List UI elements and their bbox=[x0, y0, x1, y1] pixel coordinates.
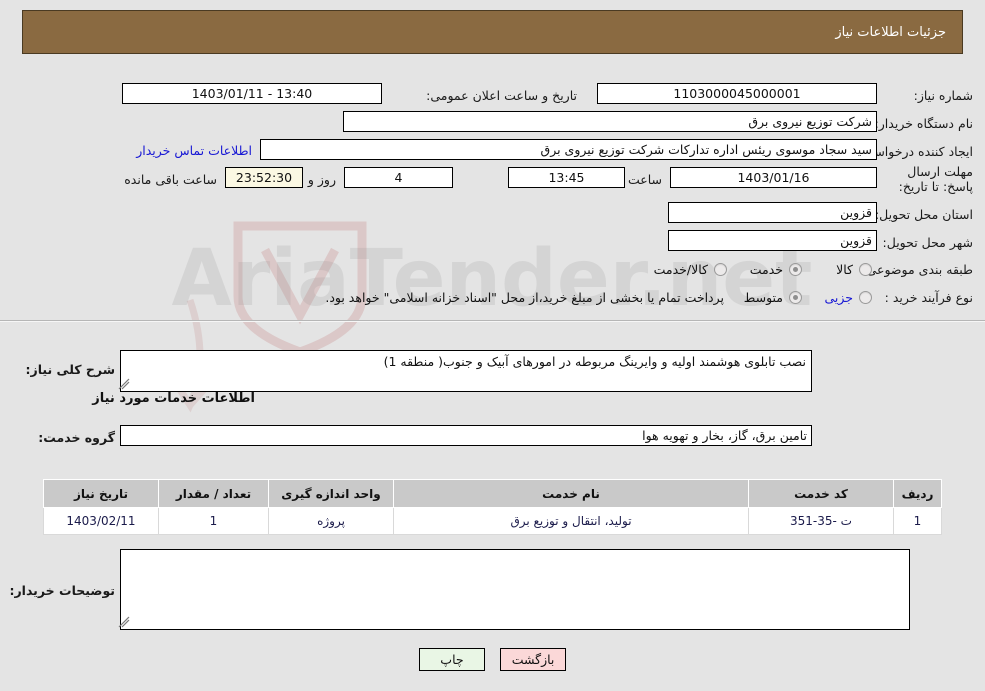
buyer-contact-link[interactable]: اطلاعات تماس خریدار bbox=[136, 143, 252, 158]
need-number-field[interactable]: 1103000045000001 bbox=[597, 83, 877, 104]
footer-button-row: بازگشت چاپ bbox=[0, 648, 985, 671]
cell-row-number: 1 bbox=[893, 507, 942, 535]
buyer-org-label: نام دستگاه خریدار: bbox=[874, 116, 973, 131]
col-need-date: تاریخ نیاز bbox=[43, 479, 159, 508]
deadline-date-field[interactable]: 1403/01/16 bbox=[670, 167, 877, 188]
category-option-khedmat[interactable]: خدمت bbox=[750, 262, 783, 277]
need-number-label: شماره نیاز: bbox=[913, 88, 973, 103]
process-radio-jozi[interactable] bbox=[859, 291, 872, 304]
services-section-heading: اطلاعات خدمات مورد نیاز bbox=[92, 391, 255, 406]
process-radio-motevaset[interactable] bbox=[789, 291, 802, 304]
category-option-kala[interactable]: کالا bbox=[836, 262, 853, 277]
back-button[interactable]: بازگشت bbox=[500, 648, 567, 671]
treasury-bond-note: پرداخت تمام یا بخشی از مبلغ خرید،از محل … bbox=[325, 290, 724, 305]
delivery-province-field[interactable]: قزوین bbox=[668, 202, 877, 223]
delivery-province-label: استان محل تحویل: bbox=[874, 207, 973, 222]
cell-service-code: ت -35-351 bbox=[748, 507, 894, 535]
summary-label: شرح کلی نیاز: bbox=[25, 362, 115, 377]
buyer-notes-label: توضیحات خریدار: bbox=[9, 583, 115, 598]
cell-need-date: 1403/02/11 bbox=[43, 507, 159, 535]
request-creator-field[interactable]: سید سجاد موسوی ریئس اداره تدارکات شرکت ت… bbox=[260, 139, 877, 160]
delivery-city-field[interactable]: قزوین bbox=[668, 230, 877, 251]
deadline-hour-label: ساعت bbox=[627, 172, 662, 187]
remaining-days-field[interactable]: 4 bbox=[344, 167, 453, 188]
category-radio-kala[interactable] bbox=[859, 263, 872, 276]
buyer-notes-textarea[interactable] bbox=[120, 549, 910, 630]
category-option-kala-khedmat[interactable]: کالا/خدمت bbox=[654, 262, 708, 277]
col-service-name: نام خدمت bbox=[393, 479, 749, 508]
delivery-city-label: شهر محل تحویل: bbox=[882, 235, 973, 250]
cell-measure-unit: پروژه bbox=[268, 507, 394, 535]
cell-service-name: تولید، انتقال و توزیع برق bbox=[393, 507, 749, 535]
table-row: 1 ت -35-351 تولید، انتقال و توزیع برق پر… bbox=[43, 507, 942, 535]
page-title: جزئیات اطلاعات نیاز bbox=[835, 24, 946, 40]
cell-quantity: 1 bbox=[158, 507, 269, 535]
window-title-bar: جزئیات اطلاعات نیاز bbox=[22, 10, 963, 54]
divider-top bbox=[0, 320, 985, 322]
days-word-label: روز و bbox=[307, 172, 336, 187]
deadline-time-field[interactable]: 13:45 bbox=[508, 167, 625, 188]
announce-datetime-field[interactable]: 13:40 - 1403/01/11 bbox=[122, 83, 382, 104]
table-header-row: ردیف کد خدمت نام خدمت واحد اندازه گیری ت… bbox=[43, 479, 942, 508]
print-button[interactable]: چاپ bbox=[418, 648, 485, 671]
services-table-wrapper: ردیف کد خدمت نام خدمت واحد اندازه گیری ت… bbox=[43, 479, 942, 535]
process-option-motevaset[interactable]: متوسط bbox=[744, 290, 783, 305]
col-row-number: ردیف bbox=[893, 479, 942, 508]
category-radio-kala-khedmat[interactable] bbox=[714, 263, 727, 276]
buyer-org-field[interactable]: شرکت توزیع نیروی برق bbox=[343, 111, 877, 132]
col-quantity: تعداد / مقدار bbox=[158, 479, 269, 508]
service-group-field[interactable]: تامین برق، گاز، بخار و تهویه هوا bbox=[120, 425, 812, 446]
announce-datetime-label: تاریخ و ساعت اعلان عمومی: bbox=[426, 88, 577, 103]
process-option-jozi[interactable]: جزیی bbox=[824, 290, 853, 305]
category-label: طبقه بندی موضوعی: bbox=[862, 262, 973, 277]
countdown-timer: 23:52:30 bbox=[225, 167, 303, 188]
col-measure-unit: واحد اندازه گیری bbox=[268, 479, 394, 508]
category-radio-khedmat[interactable] bbox=[789, 263, 802, 276]
need-details-form: شماره نیاز: 1103000045000001 تاریخ و ساع… bbox=[8, 68, 977, 318]
col-service-code: کد خدمت bbox=[748, 479, 894, 508]
services-table: ردیف کد خدمت نام خدمت واحد اندازه گیری ت… bbox=[43, 479, 942, 535]
deadline-label: مهلت ارسال پاسخ: تا تاریخ: bbox=[898, 164, 973, 194]
remaining-hours-label: ساعت باقی مانده bbox=[124, 172, 217, 187]
service-group-label: گروه خدمت: bbox=[38, 430, 115, 445]
purchase-process-label: نوع فرآیند خرید : bbox=[884, 290, 973, 305]
summary-textarea[interactable]: نصب تابلوی هوشمند اولیه و وایرینگ مربوطه… bbox=[120, 350, 812, 392]
page-root: AriaTender.net جزئیات اطلاعات نیاز شماره… bbox=[0, 0, 985, 691]
